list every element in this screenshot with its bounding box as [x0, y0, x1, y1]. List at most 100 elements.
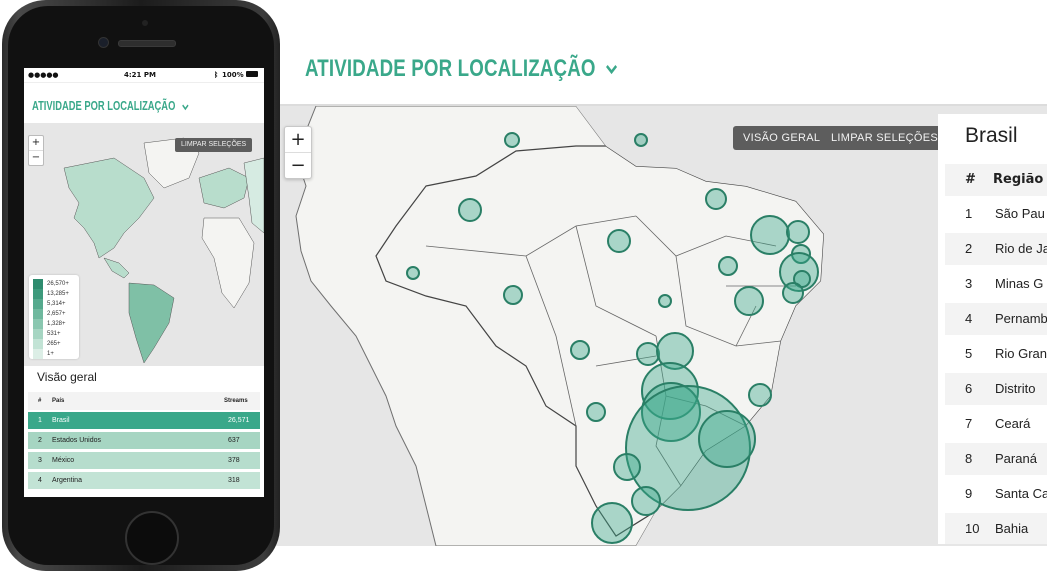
region-bubble[interactable]	[504, 132, 520, 148]
region-table-panel: Brasil # Região 1 São Pau 2 Rio de Ja 3 Minas…	[938, 114, 1047, 544]
row-region: Paraná	[995, 451, 1037, 466]
row-rank: 3	[38, 457, 42, 464]
phone-world-map[interactable]: + − LIMPAR SELEÇÕES 26,570+ 13,285+ 5,314+…	[24, 123, 264, 366]
chevron-down-icon[interactable]	[605, 61, 617, 77]
phone-screen: ●●●●● 4:21 PM ᛒ 100% ATIVIDADE POR LOCAL…	[24, 68, 264, 497]
country-title: Brasil	[965, 124, 1018, 147]
central-america	[103, 257, 130, 279]
overview-button[interactable]: VISÃO GERAL	[733, 126, 831, 150]
front-camera	[98, 37, 109, 48]
zoom-in-button[interactable]: +	[285, 127, 311, 152]
legend-entry: 13,285+	[33, 289, 77, 299]
region-bubble[interactable]	[458, 198, 482, 222]
earpiece-speaker	[118, 40, 176, 47]
region-bubble[interactable]	[748, 383, 772, 407]
legend-label: 265+	[47, 341, 61, 347]
legend-swatch	[33, 339, 43, 349]
row-streams: 26,571	[228, 417, 250, 424]
region-bubble[interactable]	[586, 402, 606, 422]
row-rank: 9	[965, 486, 973, 501]
region-bubble[interactable]	[705, 188, 727, 210]
table-row[interactable]: 2 Estados Unidos 637	[28, 432, 260, 449]
table-row[interactable]: 2 Rio de Ja	[945, 233, 1047, 265]
row-region: Rio de Ja	[995, 241, 1047, 256]
legend-entry: 1,328+	[33, 319, 77, 329]
zoom-out-button[interactable]: −	[285, 152, 311, 178]
region-bubble[interactable]	[570, 340, 590, 360]
row-rank: 4	[965, 311, 973, 326]
row-rank: 4	[38, 477, 42, 484]
legend-label: 1+	[47, 351, 54, 357]
section-heading[interactable]: ATIVIDADE POR LOCALIZAÇÃO	[305, 52, 617, 86]
map-panel[interactable]: + − VISÃO GERAL LIMPAR SELEÇÕES	[276, 104, 1047, 546]
region-bubble[interactable]	[406, 266, 420, 280]
table-row[interactable]: 5 Rio Gran	[945, 338, 1047, 370]
region-bubble[interactable]	[591, 502, 633, 544]
region-bubble[interactable]	[658, 294, 672, 308]
row-region: Minas G	[995, 276, 1044, 291]
region-bubble[interactable]	[782, 282, 804, 304]
phone-zoom-out-button[interactable]: −	[29, 150, 43, 165]
table-row[interactable]: 4 Pernamb	[945, 303, 1047, 335]
row-region: Pernamb	[995, 311, 1047, 326]
row-rank: 2	[965, 241, 973, 256]
row-region: Distrito	[995, 381, 1036, 396]
front-sensor	[142, 20, 148, 26]
table-row[interactable]: 7 Ceará	[945, 408, 1047, 440]
legend-entry: 1+	[33, 349, 77, 359]
phone-zoom-in-button[interactable]: +	[29, 136, 43, 150]
home-button	[125, 511, 179, 565]
row-country: Argentina	[52, 477, 82, 484]
region-bubble[interactable]	[636, 342, 660, 366]
table-header: # Região	[945, 164, 1047, 196]
phone-zoom-control[interactable]: + −	[28, 135, 44, 166]
row-rank: 2	[38, 437, 42, 444]
zoom-control[interactable]: + −	[284, 126, 312, 179]
region-bubble[interactable]	[786, 220, 810, 244]
row-rank: 8	[965, 451, 973, 466]
region-bubble[interactable]	[503, 285, 523, 305]
legend-label: 26,570+	[47, 281, 69, 287]
table-row[interactable]: 1 São Pau	[945, 198, 1047, 230]
row-rank: 10	[965, 521, 980, 536]
region-column-header: Região	[993, 172, 1044, 187]
region-bubble[interactable]	[613, 453, 641, 481]
legend-entry: 2,657+	[33, 309, 77, 319]
table-row[interactable]: 10 Bahia	[945, 513, 1047, 544]
table-row[interactable]: 3 Minas G	[945, 268, 1047, 300]
table-row[interactable]: 9 Santa Ca	[945, 478, 1047, 510]
phone-heading-label: ATIVIDADE POR LOCALIZAÇÃO	[32, 98, 176, 113]
legend-swatch	[33, 319, 43, 329]
legend-label: 1,328+	[47, 321, 66, 327]
legend-swatch	[33, 279, 43, 289]
table-row[interactable]: 1 Brasil 26,571	[28, 412, 260, 429]
table-row[interactable]: 6 Distrito	[945, 373, 1047, 405]
legend-entry: 531+	[33, 329, 77, 339]
chevron-down-icon[interactable]	[181, 102, 190, 112]
row-region: Bahia	[995, 521, 1029, 536]
battery-icon	[246, 71, 258, 77]
region-bubble[interactable]	[718, 256, 738, 276]
region-bubble[interactable]	[734, 286, 764, 316]
clear-selections-button[interactable]: LIMPAR SELEÇÕES	[821, 126, 948, 150]
africa	[201, 217, 255, 309]
row-country: Estados Unidos	[52, 437, 102, 444]
table-row[interactable]: 8 Paraná	[945, 443, 1047, 475]
region-bubble[interactable]	[631, 486, 661, 516]
table-row[interactable]: 4 Argentina 318	[28, 472, 260, 489]
legend-label: 5,314+	[47, 301, 66, 307]
overview-title: Visão geral	[37, 370, 97, 384]
brazil-map[interactable]	[276, 106, 1047, 546]
row-country: México	[52, 457, 75, 464]
region-bubble[interactable]	[698, 410, 756, 468]
row-rank: 7	[965, 416, 973, 431]
phone-clear-selections-button[interactable]: LIMPAR SELEÇÕES	[175, 138, 253, 152]
legend-swatch	[33, 329, 43, 339]
north-america	[63, 157, 155, 259]
region-bubble[interactable]	[750, 215, 790, 255]
table-row[interactable]: 3 México 378	[28, 452, 260, 469]
region-bubble[interactable]	[607, 229, 631, 253]
region-bubble[interactable]	[634, 133, 648, 147]
country-column-header: País	[52, 398, 65, 404]
phone-section-heading[interactable]: ATIVIDADE POR LOCALIZAÇÃO	[32, 98, 189, 113]
